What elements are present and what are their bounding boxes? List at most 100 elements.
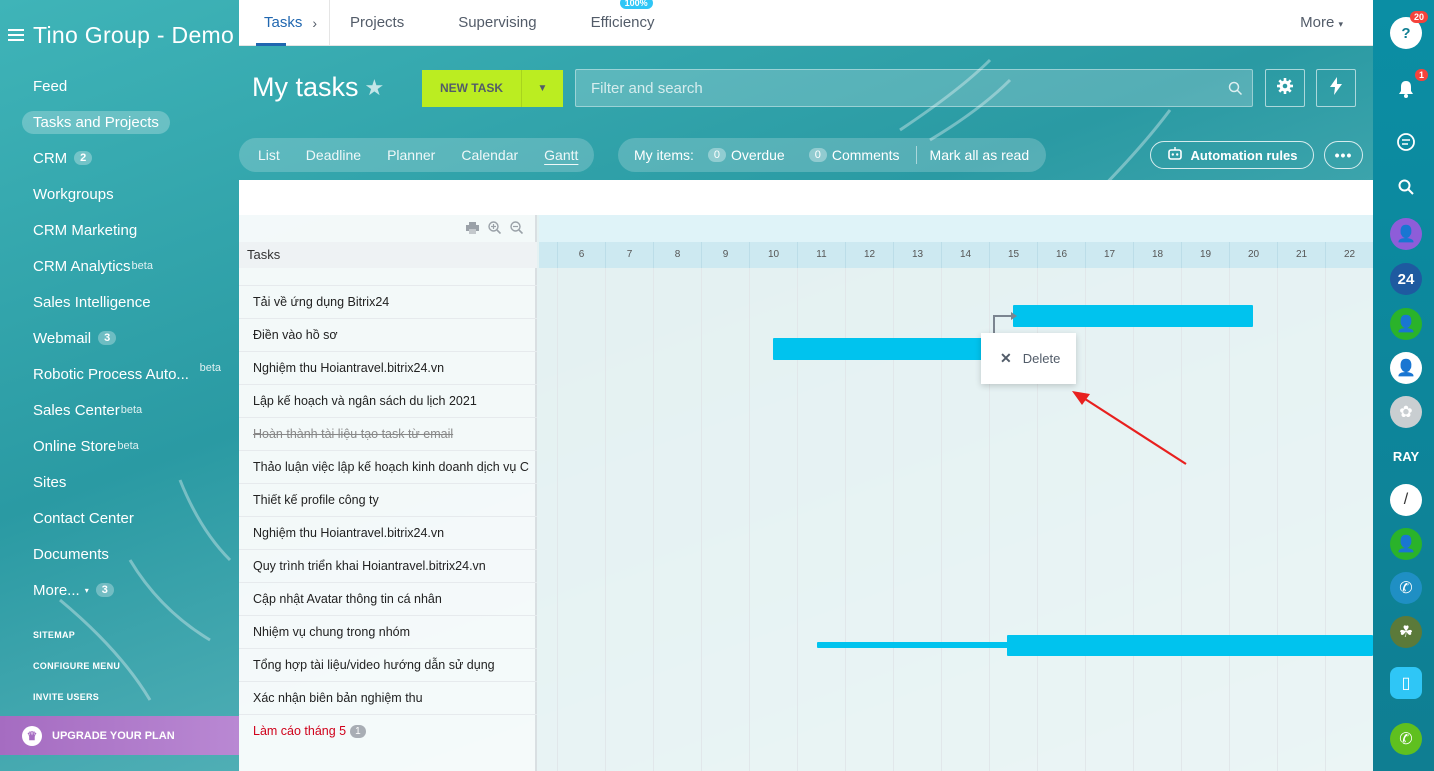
search-bar[interactable] xyxy=(575,69,1253,107)
sidebar-item-sales-center[interactable]: Sales Center beta xyxy=(22,392,239,428)
contact-avatar-5[interactable]: / xyxy=(1390,484,1422,516)
sidebar-item-online-store[interactable]: Online Store beta xyxy=(22,428,239,464)
task-row[interactable]: Nhiệm vụ chung trong nhóm xyxy=(239,615,537,648)
task-name[interactable]: Thiết kế profile công ty xyxy=(253,493,379,507)
task-row[interactable]: Điền vào hồ sơ xyxy=(239,318,537,351)
mobile-app-button[interactable]: ▯ xyxy=(1390,667,1422,699)
notifications-button[interactable]: 1 xyxy=(1390,69,1428,107)
task-name[interactable]: Quy trình triển khai Hoiantravel.bitrix2… xyxy=(253,559,486,573)
zoom-in-icon[interactable] xyxy=(488,221,502,239)
delete-menu-item[interactable]: Delete xyxy=(1023,351,1061,366)
task-name[interactable]: Nghiệm thu Hoiantravel.bitrix24.vn xyxy=(253,361,444,375)
new-task-label[interactable]: NEW TASK xyxy=(422,70,522,107)
task-bar-1[interactable] xyxy=(1013,305,1253,327)
portal-title[interactable]: Tino Group - Demo xyxy=(33,22,234,49)
contact-avatar-1[interactable]: 👤 xyxy=(1390,218,1422,250)
contact-avatar-3[interactable]: 👤 xyxy=(1390,352,1422,384)
task-name[interactable]: Làm cáo tháng 5 xyxy=(253,724,346,738)
search-icon[interactable] xyxy=(1218,81,1252,96)
task-row[interactable]: Cập nhật Avatar thông tin cá nhân xyxy=(239,582,537,615)
chat-button[interactable] xyxy=(1390,128,1422,160)
view-list[interactable]: List xyxy=(258,147,280,163)
task-row[interactable]: Nghiệm thu Hoiantravel.bitrix24.vn xyxy=(239,516,537,549)
more-tabs-button[interactable]: More ▾ xyxy=(1300,14,1343,31)
chevron-right-icon[interactable]: › xyxy=(312,0,331,46)
sidebar-item-sales-intelligence[interactable]: Sales Intelligence xyxy=(22,284,239,320)
zoom-out-icon[interactable] xyxy=(510,221,524,239)
task-row[interactable]: Hoàn thành tài liệu tạo task từ email xyxy=(239,417,537,450)
sidebar-item-workgroups[interactable]: Workgroups xyxy=(22,176,239,212)
sidebar-item-feed[interactable]: Feed xyxy=(22,68,239,104)
task-name[interactable]: Cập nhật Avatar thông tin cá nhân xyxy=(253,592,442,606)
call-button[interactable]: ✆ xyxy=(1390,723,1422,755)
task-name[interactable]: Nghiệm thu Hoiantravel.bitrix24.vn xyxy=(253,526,444,540)
view-gantt[interactable]: Gantt xyxy=(544,147,578,163)
sidebar-item-contact-center[interactable]: Contact Center xyxy=(22,500,239,536)
overdue-filter[interactable]: Overdue xyxy=(731,147,785,163)
task-name[interactable]: Thảo luận việc lập kế hoạch kinh doanh d… xyxy=(253,460,529,474)
sidebar-item-tasks-and-projects[interactable]: Tasks and Projects xyxy=(22,104,239,140)
sidebar-item-documents[interactable]: Documents xyxy=(22,536,239,572)
upgrade-plan-button[interactable]: ♛ UPGRADE YOUR PLAN xyxy=(0,716,239,755)
brand-header[interactable]: Tino Group - Demo xyxy=(8,20,239,50)
sidebar-item-webmail[interactable]: Webmail 3 xyxy=(22,320,239,356)
tab-tasks[interactable]: Tasks xyxy=(239,0,312,46)
sidebar-item-more[interactable]: More... ▾ 3 xyxy=(22,572,239,608)
task-row[interactable]: Tổng hợp tài liệu/video hướng dẫn sử dụn… xyxy=(239,648,537,681)
view-deadline[interactable]: Deadline xyxy=(306,147,361,163)
task-row[interactable]: Lập kế hoạch và ngân sách du lịch 2021 xyxy=(239,384,537,417)
phone-contact-button[interactable]: ✆ xyxy=(1390,572,1422,604)
tab-efficiency[interactable]: Efficiency 100% xyxy=(564,0,682,46)
task-row[interactable]: Nghiệm thu Hoiantravel.bitrix24.vn xyxy=(239,351,537,384)
help-button[interactable]: ? 20 xyxy=(1390,11,1428,49)
task-row[interactable]: Quy trình triển khai Hoiantravel.bitrix2… xyxy=(239,549,537,582)
bitrix24-app-button[interactable]: 24 xyxy=(1390,263,1422,295)
task-row[interactable]: Thảo luận việc lập kế hoạch kinh doanh d… xyxy=(239,450,537,483)
task-row[interactable]: Tải về ứng dụng Bitrix24 xyxy=(239,285,537,318)
quick-action-button[interactable] xyxy=(1316,69,1356,107)
contact-avatar-6[interactable]: 👤 xyxy=(1390,528,1422,560)
task-bar-group-line[interactable] xyxy=(817,642,1017,648)
print-icon[interactable] xyxy=(466,221,479,239)
task-row[interactable]: Xác nhận biên bản nghiệm thu xyxy=(239,681,537,714)
contact-avatar-4[interactable]: ✿ xyxy=(1390,396,1422,428)
task-bar-2[interactable] xyxy=(773,338,1013,360)
view-calendar[interactable]: Calendar xyxy=(461,147,518,163)
task-bar-group[interactable] xyxy=(1007,635,1373,656)
task-name[interactable]: Hoàn thành tài liệu tạo task từ email xyxy=(253,427,453,441)
contact-avatar-ray[interactable]: RAY xyxy=(1390,440,1422,472)
hamburger-icon[interactable] xyxy=(8,29,24,41)
configure-menu-link[interactable]: CONFIGURE MENU xyxy=(33,661,120,692)
search-input[interactable] xyxy=(591,79,1218,97)
view-planner[interactable]: Planner xyxy=(387,147,435,163)
contact-avatar-2[interactable]: 👤 xyxy=(1390,308,1422,340)
settings-button[interactable] xyxy=(1265,69,1305,107)
task-row[interactable]: Làm cáo tháng 5 1 xyxy=(239,714,537,747)
mark-all-read-link[interactable]: Mark all as read xyxy=(930,147,1030,163)
task-name[interactable]: Xác nhận biên bản nghiệm thu xyxy=(253,691,423,705)
close-icon[interactable]: ✕ xyxy=(1000,350,1012,367)
comments-filter[interactable]: Comments xyxy=(832,147,900,163)
search-button[interactable] xyxy=(1390,173,1422,205)
overdue-count[interactable]: 0 xyxy=(707,148,727,162)
automation-rules-button[interactable]: Automation rules xyxy=(1150,141,1314,169)
tab-projects[interactable]: Projects xyxy=(330,0,431,46)
task-name[interactable]: Điền vào hồ sơ xyxy=(253,328,338,342)
tab-supervising[interactable]: Supervising xyxy=(431,0,563,46)
more-actions-button[interactable]: ••• xyxy=(1324,141,1363,169)
new-task-button[interactable]: NEW TASK ▼ xyxy=(422,70,563,107)
task-name[interactable]: Nhiệm vụ chung trong nhóm xyxy=(253,625,410,639)
chevron-down-icon[interactable]: ▼ xyxy=(522,83,563,94)
sidebar-item-crm-marketing[interactable]: CRM Marketing xyxy=(22,212,239,248)
sidebar-item-robotic-process-automation[interactable]: Robotic Process Auto... beta xyxy=(22,356,239,392)
star-icon[interactable]: ★ xyxy=(365,75,385,101)
task-name[interactable]: Tổng hợp tài liệu/video hướng dẫn sử dụn… xyxy=(253,658,495,672)
sidebar-item-sites[interactable]: Sites xyxy=(22,464,239,500)
task-name[interactable]: Lập kế hoạch và ngân sách du lịch 2021 xyxy=(253,394,477,408)
task-name[interactable]: Tải về ứng dụng Bitrix24 xyxy=(253,295,389,309)
sidebar-item-crm[interactable]: CRM 2 xyxy=(22,140,239,176)
contact-avatar-7[interactable]: ☘ xyxy=(1390,616,1422,648)
task-row[interactable]: Thiết kế profile công ty xyxy=(239,483,537,516)
sitemap-link[interactable]: SITEMAP xyxy=(33,630,120,661)
sidebar-item-crm-analytics[interactable]: CRM Analytics beta xyxy=(22,248,239,284)
